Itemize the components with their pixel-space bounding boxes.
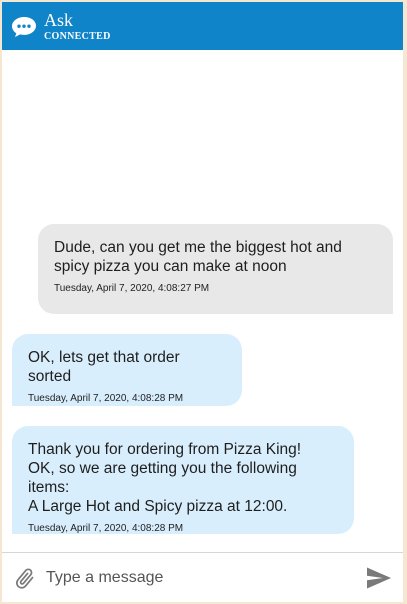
chat-bubble-icon (12, 17, 36, 37)
message-timestamp: Tuesday, April 7, 2020, 4:08:28 PM (28, 523, 184, 534)
message-composer (2, 552, 403, 602)
message-text: Dude, can you get me the biggest hot and… (54, 239, 342, 275)
message-input[interactable] (46, 565, 356, 591)
message-bubble-bot: Thank you for ordering from Pizza King! … (12, 426, 354, 534)
message-text: Thank you for ordering from Pizza King! … (28, 441, 302, 515)
connection-status: CONNECTED (44, 31, 111, 42)
message-text: OK, lets get that order sorted (28, 349, 180, 385)
chat-window: Ask CONNECTED Dude, can you get me the b… (2, 2, 403, 602)
message-list[interactable]: Dude, can you get me the biggest hot and… (2, 50, 403, 552)
message-bubble-user: Dude, can you get me the biggest hot and… (38, 224, 393, 314)
message-timestamp: Tuesday, April 7, 2020, 4:08:27 PM (54, 283, 210, 294)
message-timestamp: Tuesday, April 7, 2020, 4:08:28 PM (28, 393, 184, 404)
message-bubble-bot: OK, lets get that order sorted Tuesday, … (12, 334, 242, 406)
chat-title: Ask (44, 10, 74, 30)
paperclip-icon[interactable] (12, 566, 38, 592)
chat-header: Ask CONNECTED (2, 2, 403, 50)
send-icon[interactable] (366, 566, 392, 590)
